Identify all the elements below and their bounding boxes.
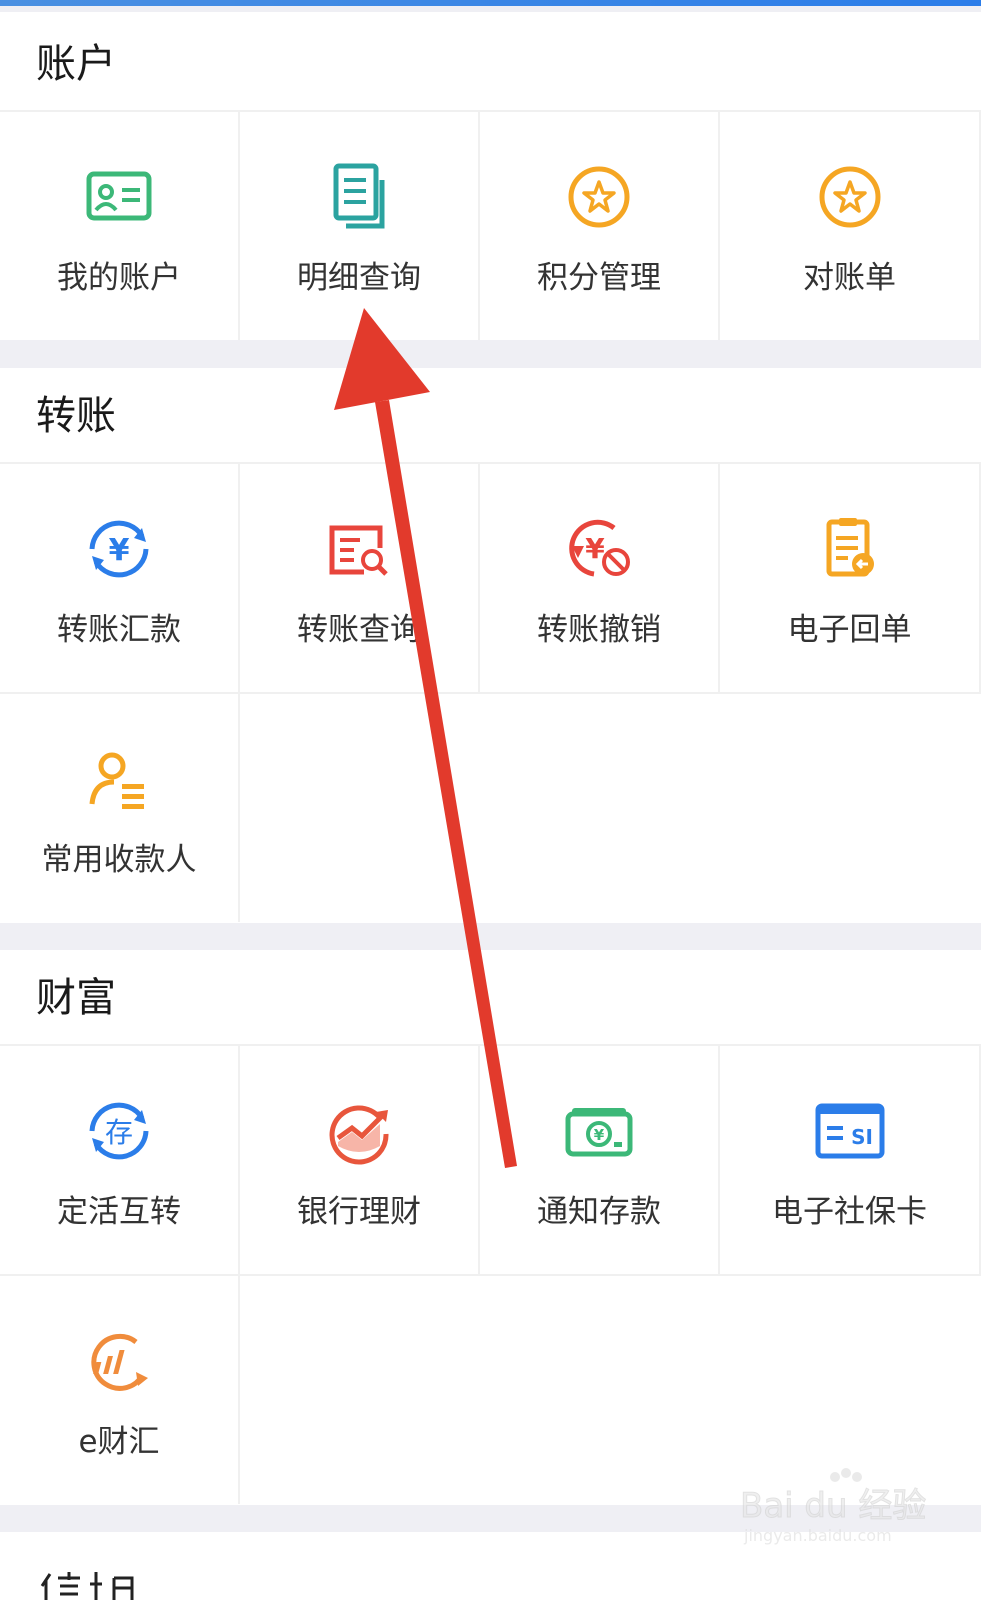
empty-cell	[240, 692, 981, 922]
section-account: 账户 我的账户 明细查询 积分管理 对账单	[0, 12, 981, 340]
payee-icon	[84, 744, 154, 814]
menu-item-e-wealth[interactable]: e财汇	[0, 1274, 240, 1504]
menu-item-transfer-cancel[interactable]: ¥ 转账撤销	[480, 462, 720, 692]
section-title-transfer: 转账	[36, 393, 116, 439]
svg-text:jingyan.baidu.com: jingyan.baidu.com	[743, 1526, 892, 1545]
menu-item-label: 转账查询	[297, 612, 421, 648]
svg-text:¥: ¥	[594, 1126, 605, 1144]
menu-item-statement[interactable]: 对账单	[720, 110, 981, 340]
menu-item-label: 转账汇款	[57, 612, 181, 648]
e-wealth-icon	[84, 1326, 154, 1396]
menu-item-transfer-query[interactable]: 转账查询	[240, 462, 480, 692]
section-wealth: 财富 存 定活互转 银行理财 ¥ 通知存款 SI 电子社保卡 e财汇	[0, 950, 981, 1505]
banknote-icon: ¥	[564, 1096, 634, 1166]
menu-item-transfer-remit[interactable]: ¥ 转账汇款	[0, 462, 240, 692]
star-circle-icon	[564, 162, 634, 232]
menu-item-bank-wealth[interactable]: 银行理财	[240, 1044, 480, 1274]
partial-section-title	[36, 1556, 156, 1600]
menu-item-label: e财汇	[78, 1424, 160, 1460]
menu-item-detail-query[interactable]: 明细查询	[240, 110, 480, 340]
menu-item-notice-deposit[interactable]: ¥ 通知存款	[480, 1044, 720, 1274]
deposit-exchange-icon: 存	[84, 1096, 154, 1166]
menu-item-label: 电子回单	[787, 612, 912, 648]
menu-item-e-receipt[interactable]: 电子回单	[720, 462, 981, 692]
baidu-watermark: Bai du 经验 jingyan.baidu.com	[740, 1465, 940, 1565]
menu-item-label: 电子社保卡	[772, 1194, 927, 1230]
menu-item-label: 明细查询	[297, 260, 421, 296]
svg-text:¥: ¥	[109, 533, 130, 568]
menu-item-my-account[interactable]: 我的账户	[0, 110, 240, 340]
star-circle-icon	[815, 162, 885, 232]
social-security-card-icon: SI	[815, 1096, 885, 1166]
menu-item-fixed-current-transfer[interactable]: 存 定活互转	[0, 1044, 240, 1274]
menu-item-frequent-payee[interactable]: 常用收款人	[0, 692, 240, 922]
yuan-transfer-icon: ¥	[84, 514, 154, 584]
wealth-chart-icon	[324, 1096, 394, 1166]
menu-item-points[interactable]: 积分管理	[480, 110, 720, 340]
transfer-search-icon	[324, 514, 394, 584]
menu-item-label: 转账撤销	[537, 612, 661, 648]
menu-item-label: 通知存款	[537, 1194, 661, 1230]
svg-text:Bai du 经验: Bai du 经验	[740, 1486, 926, 1526]
menu-item-label: 银行理财	[297, 1194, 421, 1230]
id-card-icon	[84, 162, 154, 232]
section-title-wealth: 财富	[36, 975, 116, 1021]
menu-item-e-social-security-card[interactable]: SI 电子社保卡	[720, 1044, 981, 1274]
receipt-icon	[815, 514, 885, 584]
menu-item-label: 定活互转	[57, 1194, 181, 1230]
document-list-icon	[324, 162, 394, 232]
section-transfer: 转账 ¥ 转账汇款 转账查询 ¥ 转账撤销 电子回单 常用收款人	[0, 368, 981, 923]
menu-item-label: 常用收款人	[41, 842, 197, 878]
svg-text:存: 存	[105, 1116, 133, 1149]
menu-item-label: 积分管理	[537, 260, 661, 296]
menu-item-label: 我的账户	[57, 260, 181, 296]
top-accent-bar	[0, 0, 981, 6]
transfer-cancel-icon: ¥	[564, 514, 634, 584]
menu-item-label: 对账单	[803, 260, 896, 296]
section-title-account: 账户	[36, 41, 116, 87]
svg-text:SI: SI	[851, 1125, 873, 1149]
